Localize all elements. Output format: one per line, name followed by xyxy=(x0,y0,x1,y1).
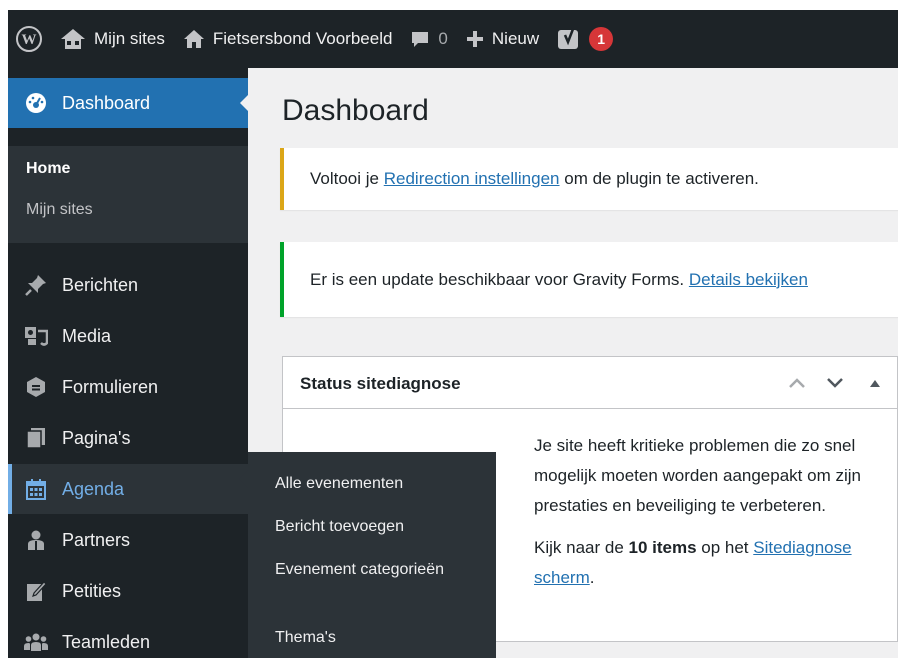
widget-content: Je site heeft kritieke problemen die zo … xyxy=(534,431,884,605)
page-title: Dashboard xyxy=(282,94,429,127)
yoast-logo-icon xyxy=(557,27,581,51)
yoast-seo-menu[interactable]: 1 xyxy=(548,10,622,68)
move-up-icon[interactable] xyxy=(785,371,809,395)
admin-bar: W Mijn sites Fietsersbond Voorbeeld 0 Ni… xyxy=(8,10,898,68)
dashboard-submenu: Home Mijn sites xyxy=(8,146,248,243)
redirection-notice: Voltooi je Redirection instellingen om d… xyxy=(280,148,898,210)
notice-prefix: Voltooi je xyxy=(310,169,384,188)
flyout-item-add-post[interactable]: Bericht toevoegen xyxy=(275,514,485,540)
items-prefix: Kijk naar de xyxy=(534,538,629,557)
plus-icon xyxy=(466,30,484,48)
widget-header: Status sitediagnose xyxy=(283,357,897,409)
gravity-forms-update-notice: Er is een update beschikbaar voor Gravit… xyxy=(280,242,898,317)
link-suffix: . xyxy=(589,568,595,587)
pages-icon xyxy=(24,426,48,450)
comment-bubble-icon xyxy=(410,29,430,49)
sidebar-item-agenda[interactable]: Agenda xyxy=(8,464,248,514)
new-content-menu[interactable]: Nieuw xyxy=(457,10,548,68)
redirection-settings-link[interactable]: Redirection instellingen xyxy=(384,169,560,188)
new-label: Nieuw xyxy=(491,29,540,48)
sidebar-item-partners[interactable]: Partners xyxy=(8,515,248,565)
move-down-icon[interactable] xyxy=(823,371,847,395)
hover-indicator-bar xyxy=(8,464,12,514)
sidebar-item-label: Teamleden xyxy=(62,631,151,652)
collapse-toggle-icon[interactable] xyxy=(863,371,887,395)
sidebar-item-berichten[interactable]: Berichten xyxy=(8,260,248,310)
my-sites-menu[interactable]: Mijn sites xyxy=(51,10,174,68)
sidebar-item-label: Petities xyxy=(62,580,122,601)
yoast-notification-badge: 1 xyxy=(589,27,614,51)
my-sites-label: Mijn sites xyxy=(94,29,165,48)
calendar-icon xyxy=(24,477,48,501)
pin-icon xyxy=(24,273,48,297)
sidebar-item-label: Dashboard xyxy=(62,92,151,113)
sidebar-item-label: Formulieren xyxy=(62,376,159,397)
site-name-menu[interactable]: Fietsersbond Voorbeeld xyxy=(174,10,402,68)
sidebar-item-formulieren[interactable]: Formulieren xyxy=(8,362,248,412)
flyout-item-themes[interactable]: Thema's xyxy=(275,625,485,651)
team-icon xyxy=(24,630,48,654)
partners-icon xyxy=(24,528,48,552)
sidebar-item-teamleden[interactable]: Teamleden xyxy=(8,617,248,658)
agenda-flyout-submenu: Alle evenementen Bericht toevoegen Evene… xyxy=(239,452,496,658)
screen-frame: W Mijn sites Fietsersbond Voorbeeld 0 Ni… xyxy=(0,0,898,658)
sidebar-item-media[interactable]: Media xyxy=(8,311,248,361)
sidebar-item-label: Partners xyxy=(62,529,131,550)
site-health-items-text: Kijk naar de 10 items op het Sitediagnos… xyxy=(534,533,884,593)
petitions-icon xyxy=(24,579,48,603)
comments-count: 0 xyxy=(438,29,448,48)
items-count: 10 items xyxy=(628,538,697,557)
notice-text: Er is een update beschikbaar voor Gravit… xyxy=(310,270,808,290)
widget-title: Status sitediagnose xyxy=(300,374,461,393)
sidebar-item-label: Agenda xyxy=(62,478,125,499)
sidebar-item-paginas[interactable]: Pagina's xyxy=(8,413,248,463)
multisite-houses-icon xyxy=(60,28,86,50)
comments-menu[interactable]: 0 xyxy=(401,10,456,68)
submenu-item-my-sites[interactable]: Mijn sites xyxy=(26,201,93,219)
home-icon xyxy=(183,29,205,49)
media-icon xyxy=(24,324,48,348)
notice-message: Er is een update beschikbaar voor Gravit… xyxy=(310,269,689,289)
wp-admin-app: W Mijn sites Fietsersbond Voorbeeld 0 Ni… xyxy=(8,10,898,658)
items-suffix: op het xyxy=(696,538,754,557)
admin-sidebar: Dashboard Home Mijn sites Berichten Medi… xyxy=(8,68,249,658)
forms-icon xyxy=(24,375,48,399)
submenu-item-home[interactable]: Home xyxy=(26,160,70,178)
wordpress-logo-icon: W xyxy=(16,26,42,52)
site-name-label: Fietsersbond Voorbeeld xyxy=(212,29,393,48)
sidebar-item-dashboard[interactable]: Dashboard xyxy=(8,78,249,128)
wp-logo-menu[interactable]: W xyxy=(8,10,51,68)
active-menu-arrow xyxy=(240,94,249,112)
details-link[interactable]: Details bekijken xyxy=(689,270,808,289)
dashboard-gauge-icon xyxy=(24,91,48,115)
notice-text: Voltooi je Redirection instellingen om d… xyxy=(310,169,759,189)
flyout-arrow xyxy=(239,470,248,488)
flyout-item-event-categories[interactable]: Evenement categorieën xyxy=(275,557,485,583)
sidebar-item-label: Berichten xyxy=(62,274,139,295)
sidebar-item-label: Media xyxy=(62,325,112,346)
sidebar-item-label: Pagina's xyxy=(62,427,131,448)
svg-text:W: W xyxy=(22,32,37,48)
sidebar-item-petities[interactable]: Petities xyxy=(8,566,248,616)
notice-suffix: om de plugin te activeren. xyxy=(559,169,759,188)
site-health-message: Je site heeft kritieke problemen die zo … xyxy=(534,436,861,515)
flyout-item-all-events[interactable]: Alle evenementen xyxy=(275,471,485,497)
